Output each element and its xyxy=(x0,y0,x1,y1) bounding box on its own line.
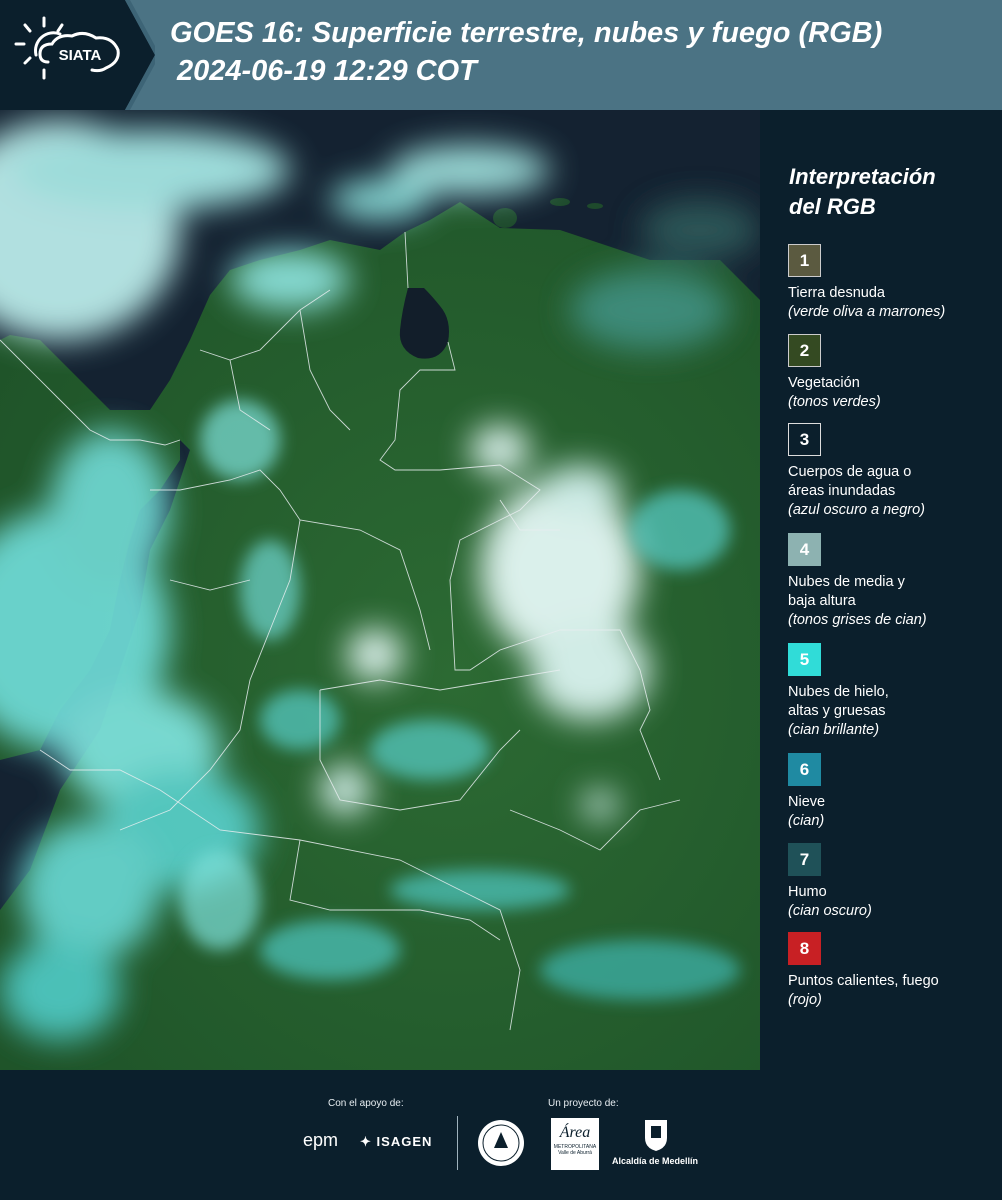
legend-swatch: 8 xyxy=(788,932,821,965)
legend-item-vegetation: 2 Vegetación (tonos verdes) xyxy=(788,334,998,412)
footer: Con el apoyo de: Un proyecto de: epm ✦ I… xyxy=(0,1070,1002,1200)
legend-item-mid-low-clouds: 4 Nubes de media y baja altura (tonos gr… xyxy=(788,533,998,630)
legend-item-water: 3 Cuerpos de agua o áreas inundadas (azu… xyxy=(788,423,998,520)
alcaldia-medellin-logo: Alcaldía de Medellín xyxy=(612,1156,699,1166)
legend-swatch: 2 xyxy=(788,334,821,367)
legend-title: Interpretación del RGB xyxy=(789,164,936,219)
satellite-map[interactable] xyxy=(0,110,760,1070)
legend-swatch: 6 xyxy=(788,753,821,786)
medellin-coat-of-arms-icon xyxy=(645,1120,667,1151)
area-metropolitana-logo: Área METROPOLITANA Valle de Aburrá xyxy=(551,1118,599,1170)
legend-swatch: 3 xyxy=(788,423,821,456)
siata-logo: SIATA xyxy=(0,0,155,110)
epm-logo: epm xyxy=(303,1130,339,1150)
legend-panel: Interpretación del RGB 1 Tierra desnuda … xyxy=(762,110,1002,1070)
isagen-mark-icon: ✦ xyxy=(360,1134,372,1149)
seal-logo xyxy=(478,1120,524,1166)
legend-swatch: 4 xyxy=(788,533,821,566)
isagen-logo: ✦ ISAGEN xyxy=(360,1134,433,1149)
legend-swatch: 1 xyxy=(788,244,821,277)
legend-item-smoke: 7 Humo (cian oscuro) xyxy=(788,843,998,921)
header-bar: SIATA GOES 16: Superficie terrestre, nub… xyxy=(0,0,1002,110)
legend-item-fire: 8 Puntos calientes, fuego (rojo) xyxy=(788,932,998,1010)
project-label: Un proyecto de: xyxy=(548,1098,619,1109)
legend-swatch: 5 xyxy=(788,643,821,676)
support-label: Con el apoyo de: xyxy=(328,1098,404,1109)
timestamp: 2024-06-19 12:29 COT xyxy=(177,55,477,87)
footer-divider xyxy=(457,1116,458,1170)
page-title: GOES 16: Superficie terrestre, nubes y f… xyxy=(170,17,883,49)
svg-text:SIATA: SIATA xyxy=(59,47,102,64)
legend-swatch: 7 xyxy=(788,843,821,876)
legend-item-ice-clouds: 5 Nubes de hielo, altas y gruesas (cian … xyxy=(788,643,998,740)
legend-item-snow: 6 Nieve (cian) xyxy=(788,753,998,831)
legend-item-bare-soil: 1 Tierra desnuda (verde oliva a marrones… xyxy=(788,244,998,322)
